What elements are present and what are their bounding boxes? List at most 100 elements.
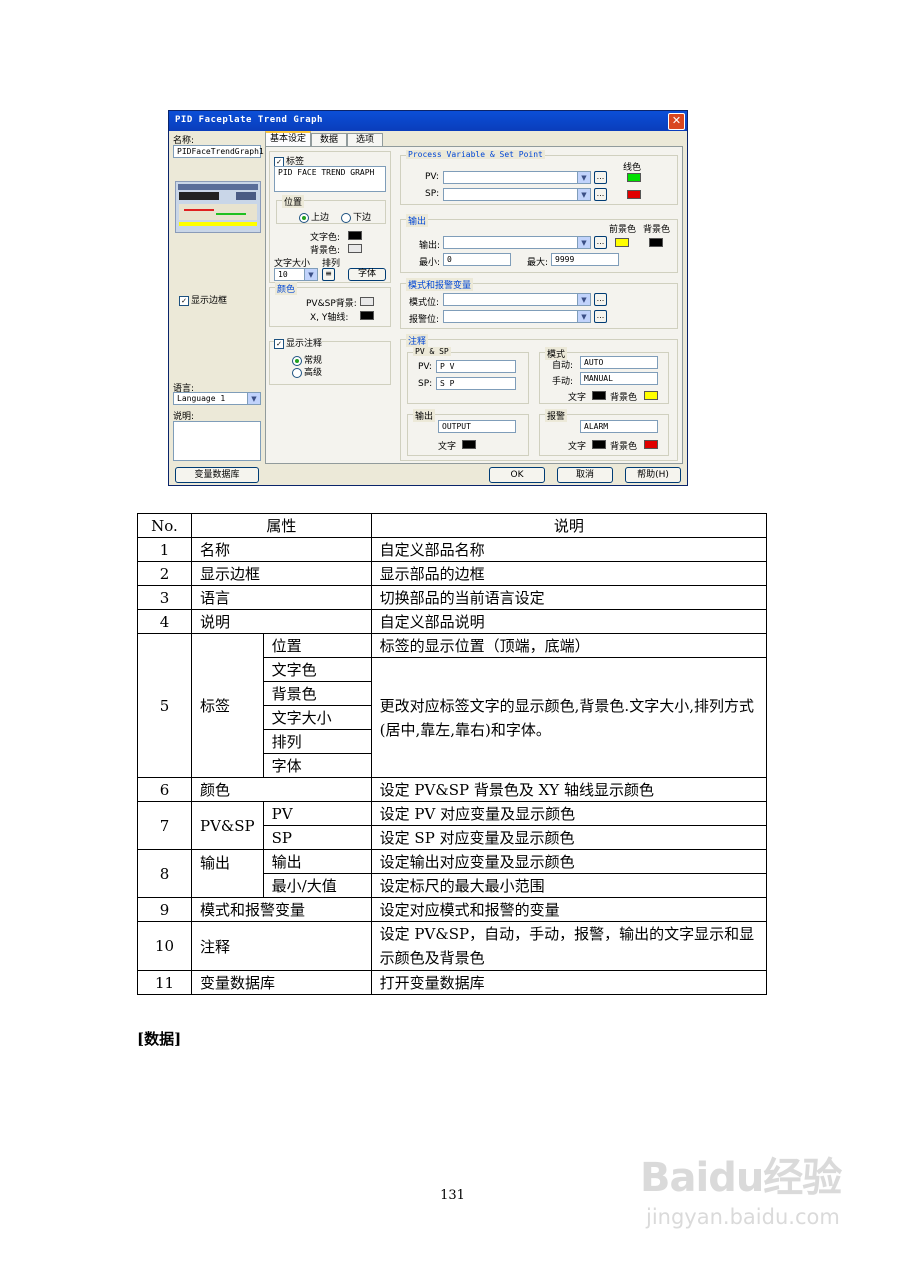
- close-icon[interactable]: ✕: [668, 113, 685, 130]
- note-mode-text-swatch[interactable]: [592, 391, 606, 400]
- bg-color-header-label: 背景色: [643, 225, 671, 235]
- text-color-label: 文字色:: [310, 233, 341, 243]
- row-description: 自定义部品说明: [370, 609, 768, 634]
- tab-basic-settings[interactable]: 基本设定: [265, 131, 311, 147]
- row-description: 切换部品的当前语言设定: [370, 585, 768, 610]
- sp-browse-button[interactable]: ...: [594, 188, 607, 201]
- text-color-swatch[interactable]: [348, 231, 362, 240]
- row-description: 设定标尺的最大最小范围: [370, 873, 768, 898]
- dialog-title: PID Faceplate Trend Graph: [175, 115, 323, 125]
- note-mode-bg-swatch[interactable]: [644, 391, 658, 400]
- cancel-button[interactable]: 取消: [557, 467, 613, 483]
- row-attribute: PV&SP: [191, 801, 264, 850]
- row-description: 标签的显示位置（顶端，底端）: [370, 633, 768, 658]
- label-text-input[interactable]: PID FACE TREND GRAPH: [274, 166, 386, 192]
- row-no: 6: [137, 777, 192, 802]
- tab-data[interactable]: 数据: [311, 133, 347, 146]
- row-description: 打开变量数据库: [370, 970, 768, 995]
- output-fg-swatch[interactable]: [615, 238, 629, 247]
- label-group: ✓ 标签 PID FACE TREND GRAPH 位置 上边 下边 文字色: 背…: [269, 151, 391, 283]
- properties-table: No. 属性 说明 1 名称 自定义部品名称 2 显示边框 显示部品的边框 3 …: [137, 513, 768, 995]
- row-sub-attribute: PV: [262, 801, 372, 826]
- note-manual-input[interactable]: MANUAL: [580, 372, 658, 385]
- note-auto-label: 自动:: [552, 361, 574, 371]
- table-row: 9 模式和报警变量 设定对应模式和报警的变量: [137, 897, 768, 922]
- mode-bit-browse-button[interactable]: ...: [594, 293, 607, 306]
- help-button[interactable]: 帮助(H): [625, 467, 681, 483]
- bg-color-swatch[interactable]: [348, 244, 362, 253]
- output-group: 输出 前景色 背景色 输出: ▼ ... 最小: 0 最大: 9999: [400, 214, 678, 273]
- position-bottom-radio[interactable]: 下边: [341, 210, 371, 223]
- ok-button[interactable]: OK: [489, 467, 545, 483]
- note-alarm-text-swatch[interactable]: [592, 440, 606, 449]
- xy-axis-swatch[interactable]: [360, 311, 374, 320]
- table-row: 11 变量数据库 打开变量数据库: [137, 970, 768, 995]
- name-input[interactable]: PIDFaceTrendGraph1: [173, 145, 264, 158]
- note-group: 注释 PV & SP PV: P V SP: S P 模式 自动: AUTO 手…: [400, 334, 678, 461]
- align-icon[interactable]: ≡: [322, 268, 335, 281]
- chevron-down-icon: ▼: [577, 189, 590, 200]
- table-row: 2 显示边框 显示部品的边框: [137, 561, 768, 586]
- row-attribute: 模式和报警变量: [191, 897, 372, 922]
- xy-axis-label: X, Y轴线:: [310, 313, 349, 323]
- note-alarm-bg-swatch[interactable]: [644, 440, 658, 449]
- table-row: 8 输出 输出 设定输出对应变量及显示颜色: [137, 849, 768, 898]
- note-alarm-text-label: 文字: [568, 442, 587, 452]
- note-output-input[interactable]: OUTPUT: [438, 420, 516, 433]
- font-button[interactable]: 字体: [348, 268, 386, 281]
- row-no: 11: [137, 970, 192, 995]
- row-description: 设定 PV&SP 背景色及 XY 轴线显示颜色: [370, 777, 768, 802]
- position-top-radio[interactable]: 上边: [299, 210, 329, 223]
- note-pv-input[interactable]: P V: [436, 360, 516, 373]
- note-alarm-group: 报警 ALARM 文字 背景色: [539, 409, 669, 456]
- notes-advanced-radio[interactable]: 高级: [292, 365, 322, 378]
- pv-line-color-swatch[interactable]: [627, 173, 641, 182]
- note-pvsp-group: PV & SP PV: P V SP: S P: [407, 347, 529, 404]
- row-description: 设定对应模式和报警的变量: [370, 897, 768, 922]
- row-sub-attribute: 字体: [262, 753, 372, 778]
- note-alarm-input[interactable]: ALARM: [580, 420, 658, 433]
- color-group: 颜色 PV&SP背景: X, Y轴线:: [269, 282, 391, 327]
- alarm-bit-browse-button[interactable]: ...: [594, 310, 607, 323]
- note-mode-group: 模式 自动: AUTO 手动: MANUAL 文字 背景色: [539, 347, 669, 404]
- max-input[interactable]: 9999: [551, 253, 619, 266]
- row-attribute: 标签: [191, 633, 264, 778]
- min-input[interactable]: 0: [443, 253, 511, 266]
- sp-line-color-swatch[interactable]: [627, 190, 641, 199]
- row-attribute: 注释: [191, 921, 372, 971]
- alarm-bit-label: 报警位:: [409, 315, 440, 325]
- font-size-select[interactable]: 10 ▼: [274, 268, 318, 281]
- output-select[interactable]: ▼: [443, 236, 591, 249]
- line-color-label: 线色: [623, 163, 642, 173]
- alarm-bit-select[interactable]: ▼: [443, 310, 591, 323]
- tab-options[interactable]: 选项: [347, 133, 383, 146]
- tag-database-button[interactable]: 变量数据库: [175, 467, 259, 483]
- description-textarea[interactable]: [173, 421, 261, 461]
- row-description: 更改对应标签文字的显示颜色,背景色.文字大小,排列方式(居中,靠左,靠右)和字体…: [370, 657, 768, 778]
- note-sp-input[interactable]: S P: [436, 377, 516, 390]
- table-header-row: No. 属性 说明: [137, 513, 768, 538]
- language-select[interactable]: Language 1 ▼: [173, 392, 261, 405]
- output-bg-swatch[interactable]: [649, 238, 663, 247]
- pid-faceplate-dialog: PID Faceplate Trend Graph ✕ 名称: PIDFaceT…: [168, 110, 688, 486]
- pv-browse-button[interactable]: ...: [594, 171, 607, 184]
- row-no: 1: [137, 537, 192, 562]
- header-description: 说明: [370, 513, 768, 538]
- note-output-text-swatch[interactable]: [462, 440, 476, 449]
- pvsp-group: Process Variable & Set Point 线色 PV: ▼ ..…: [400, 150, 678, 205]
- row-description: 设定 PV 对应变量及显示颜色: [370, 801, 768, 826]
- pv-select[interactable]: ▼: [443, 171, 591, 184]
- mode-bit-select[interactable]: ▼: [443, 293, 591, 306]
- sp-select[interactable]: ▼: [443, 188, 591, 201]
- row-sub-attribute: SP: [262, 825, 372, 850]
- row-no: 5: [137, 633, 192, 778]
- pvsp-bg-swatch[interactable]: [360, 297, 374, 306]
- output-browse-button[interactable]: ...: [594, 236, 607, 249]
- row-attribute: 变量数据库: [191, 970, 372, 995]
- row-description: 显示部品的边框: [370, 561, 768, 586]
- max-label: 最大:: [527, 258, 549, 268]
- show-border-checkbox[interactable]: ✓ 显示边框: [179, 293, 227, 306]
- show-notes-checkbox[interactable]: ✓ 显示注释: [274, 336, 323, 349]
- note-auto-input[interactable]: AUTO: [580, 356, 658, 369]
- row-no: 2: [137, 561, 192, 586]
